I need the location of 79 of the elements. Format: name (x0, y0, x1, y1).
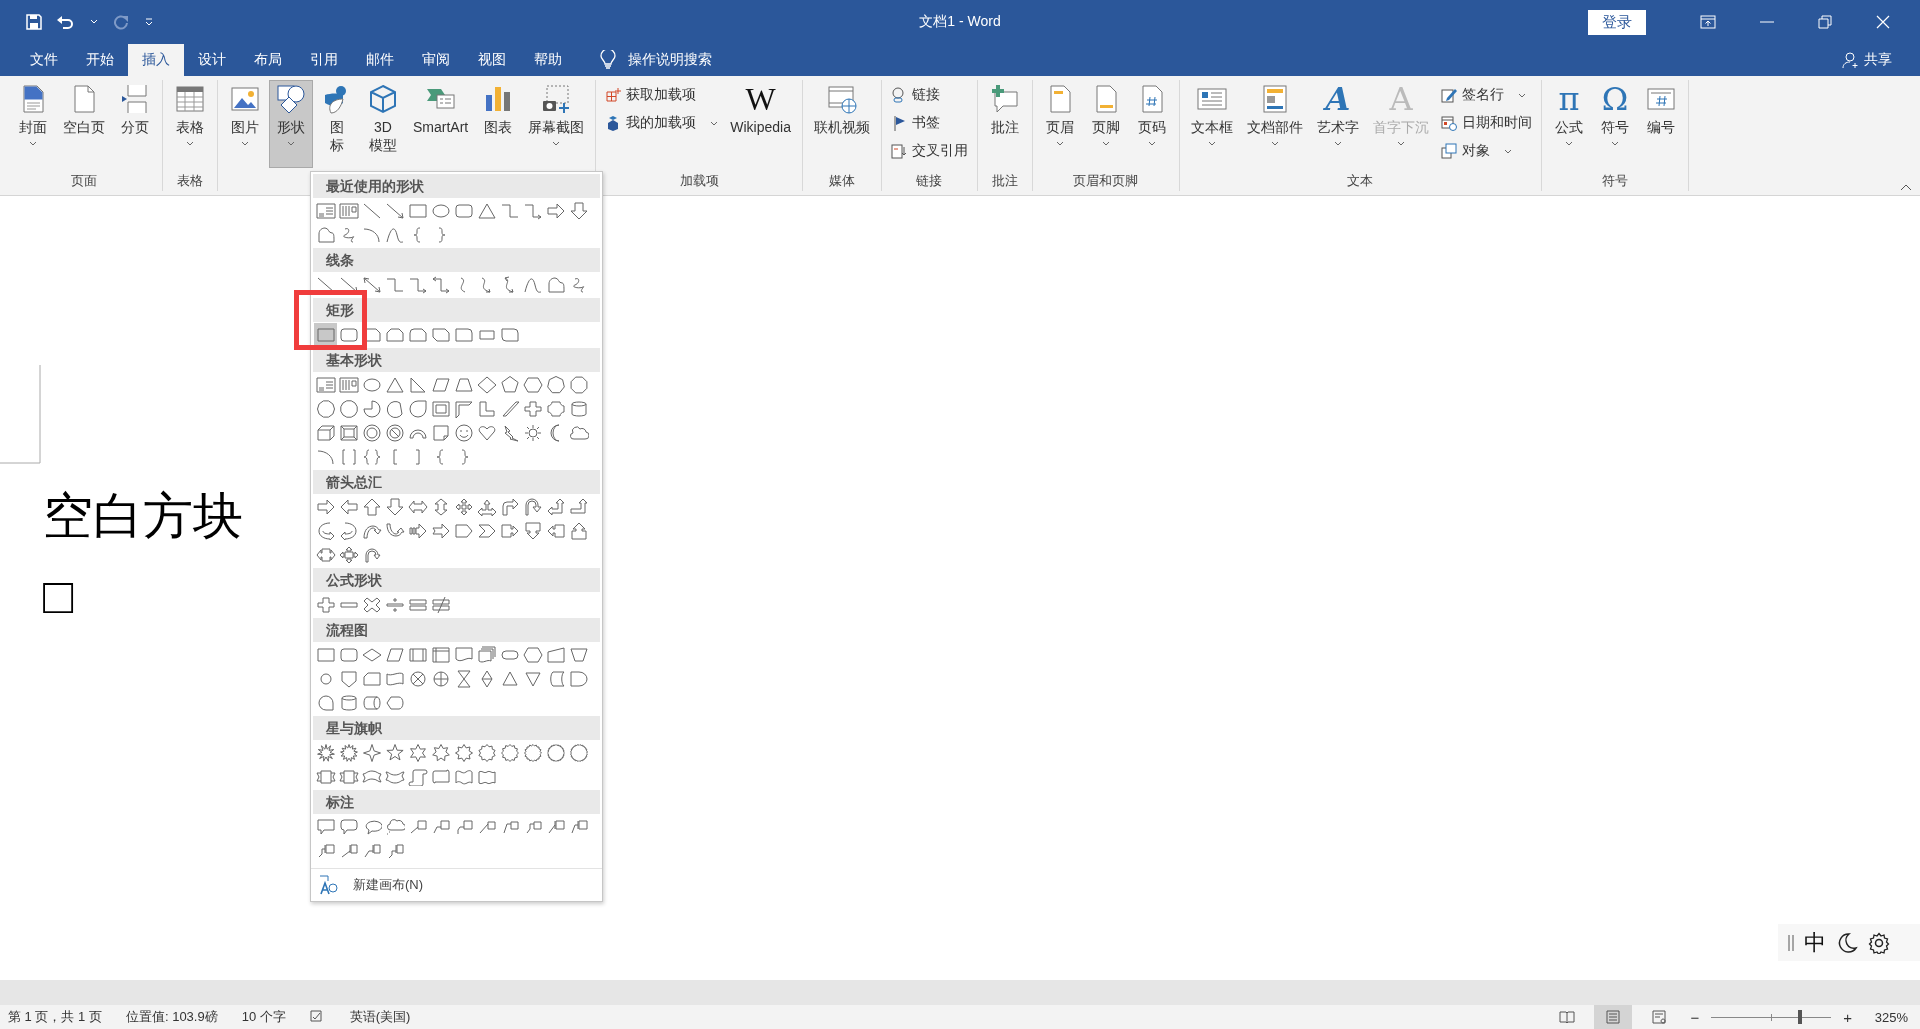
section-header: 公式形状 (313, 568, 600, 592)
section-header: 标注 (313, 790, 600, 814)
group-label: 链接 (915, 172, 944, 190)
ribbon-button[interactable]: 分页 (113, 80, 157, 168)
group-label: 批注 (990, 172, 1019, 190)
drop-cap-glyph: A (1389, 83, 1413, 115)
status-text[interactable]: 第 1 页，共 1 页 (8, 1008, 102, 1026)
section-header: 流程图 (313, 618, 600, 642)
ribbon-small-button[interactable]: 日期和时间 (1436, 110, 1536, 136)
ribbon-button[interactable]: 联机视频 (807, 80, 876, 168)
ribbon-small-button[interactable]: 获取加载项 (601, 82, 723, 108)
zoom-level[interactable]: 325% (1864, 1009, 1908, 1025)
new-canvas-item[interactable]: 新建画布(N) (353, 876, 424, 894)
status-text[interactable]: 英语(美国) (349, 1008, 411, 1026)
tell-me-search[interactable]: 操作说明搜索 (628, 51, 712, 69)
group-label: 媒体 (827, 172, 856, 190)
ribbon-tab[interactable]: 审阅 (408, 44, 464, 76)
ribbon-button[interactable]: 页脚 (1083, 80, 1128, 168)
status-text[interactable]: 位置值: 103.9磅 (125, 1008, 218, 1026)
ime-mode[interactable]: 中 (1804, 927, 1826, 958)
document-text: □ (43, 567, 74, 626)
ribbon-button[interactable]: Ω 符号 (1592, 80, 1637, 168)
ribbon-tab[interactable]: 布局 (240, 44, 296, 76)
ribbon-tab[interactable]: 帮助 (520, 44, 576, 76)
ribbon-small-button[interactable]: 书签 (886, 110, 972, 136)
document-text: 空白方块 (43, 487, 243, 546)
section-header: 线条 (313, 248, 600, 272)
sign-in-button[interactable]: 登录 (1588, 9, 1646, 35)
ribbon-button[interactable]: 图 标 (315, 80, 359, 168)
window-title: 文档1 - Word (919, 13, 1001, 31)
group-label: 加载项 (678, 172, 720, 190)
wordart-glyph: A (1325, 83, 1351, 115)
pi-glyph: π (1558, 83, 1580, 115)
ribbon-tab[interactable]: 引用 (296, 44, 352, 76)
ribbon-button[interactable]: SmartArt (407, 80, 475, 168)
ribbon-button[interactable]: 编号 (1638, 80, 1683, 168)
ribbon-small-button[interactable]: 签名行 (1436, 82, 1536, 108)
ribbon-button[interactable]: 文档部件 (1240, 80, 1309, 168)
ribbon-tab[interactable]: 视图 (464, 44, 520, 76)
ribbon-small-button[interactable]: 对象 (1436, 138, 1536, 164)
ribbon-button[interactable]: π 公式 (1546, 80, 1591, 168)
section-header: 箭头总汇 (313, 470, 600, 494)
ribbon-button[interactable]: 图片 (223, 80, 267, 168)
omega-glyph: Ω (1601, 83, 1629, 115)
ribbon-button[interactable]: 页眉 (1037, 80, 1082, 168)
ribbon-button[interactable]: 批注 (982, 80, 1027, 168)
share-button[interactable]: 共享 (1864, 51, 1892, 69)
ribbon-small-button[interactable]: 我的加载项 (601, 110, 723, 136)
ribbon-tab[interactable]: 邮件 (352, 44, 408, 76)
ribbon-button[interactable]: 页码 (1129, 80, 1174, 168)
ribbon-small-button[interactable]: 交叉引用 (886, 138, 972, 164)
section-header: 星与旗帜 (313, 716, 600, 740)
ribbon-button[interactable]: 表格 (168, 80, 212, 168)
section-header: 最近使用的形状 (313, 174, 600, 198)
ribbon-tab[interactable]: 文件 (16, 44, 72, 76)
ribbon-small-button[interactable]: 链接 (886, 82, 972, 108)
group-label: 符号 (1600, 172, 1629, 190)
status-text[interactable]: 10 个字 (241, 1008, 286, 1026)
section-header: 矩形 (313, 298, 600, 322)
ribbon-button[interactable]: A 艺术字 (1310, 80, 1365, 168)
zoom-in-button[interactable]: + (1839, 1008, 1856, 1026)
ribbon-button[interactable]: 形状 (269, 80, 313, 168)
group-label: 页面 (70, 172, 98, 190)
group-label: 表格 (176, 172, 204, 190)
ribbon-tab[interactable]: 设计 (184, 44, 240, 76)
group-label: 文本 (1346, 172, 1375, 190)
group-label: 页眉和页脚 (1072, 172, 1140, 190)
ribbon-button[interactable]: 文本框 (1184, 80, 1239, 168)
wikipedia-glyph: W (745, 83, 776, 115)
ribbon-tab[interactable]: 开始 (72, 44, 128, 76)
ribbon-button[interactable]: 屏幕截图 (522, 80, 591, 168)
ribbon-button[interactable]: 图表 (476, 80, 521, 168)
ribbon-tab[interactable]: 插入 (128, 44, 184, 76)
ribbon-button[interactable]: 3D 模型 (361, 80, 405, 168)
section-header: 基本形状 (313, 348, 600, 372)
ribbon-button[interactable]: W Wikipedia (724, 80, 797, 168)
ribbon-button[interactable]: 空白页 (57, 80, 111, 168)
ribbon-button[interactable]: 封面 (11, 80, 55, 168)
zoom-out-button[interactable]: − (1686, 1008, 1704, 1026)
